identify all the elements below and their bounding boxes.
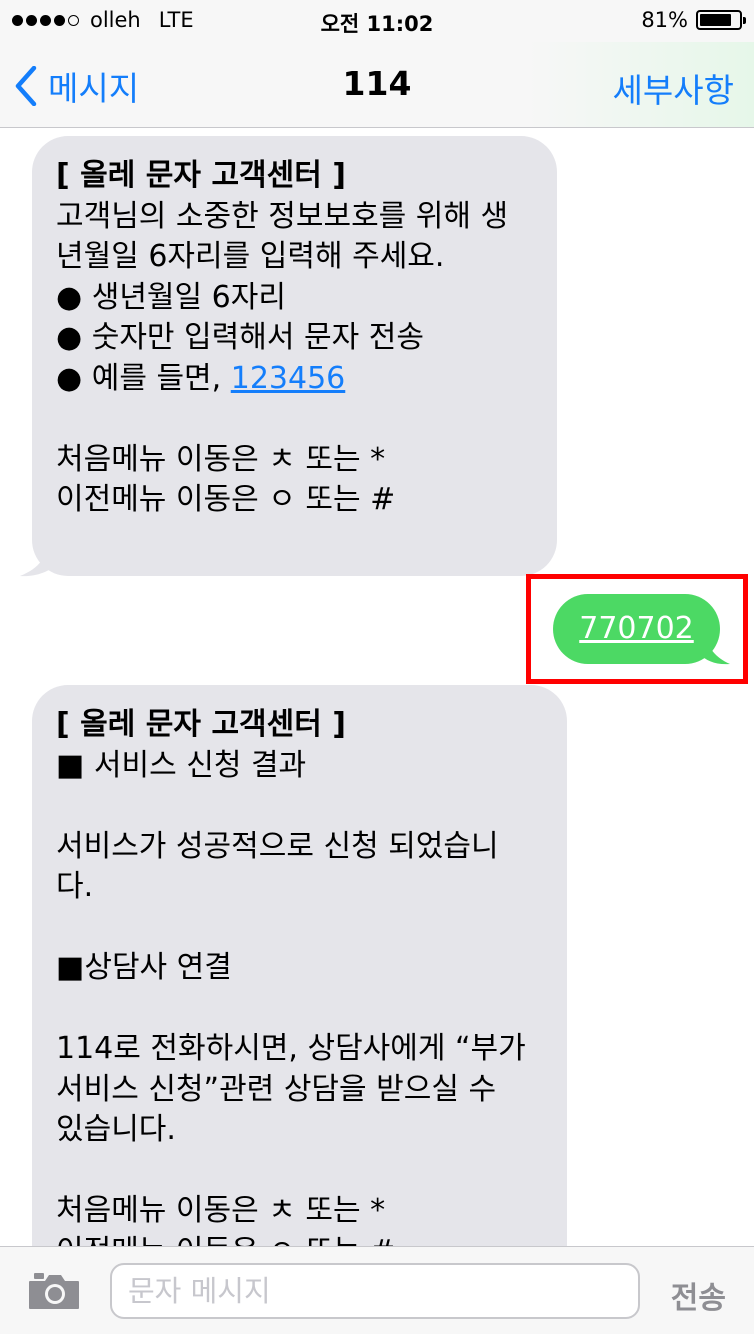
message-line: 이전메뉴 이동은 ㅇ 또는 # — [56, 482, 396, 517]
status-right: 81% — [641, 8, 746, 32]
camera-icon — [29, 1273, 79, 1309]
navigation-bar: 메시지 114 세부사항 — [0, 42, 754, 128]
battery-fill — [700, 14, 731, 26]
conversation-area[interactable]: [ 올레 문자 고객센터 ] 고객님의 소중한 정보보호를 위해 생 년월일 6… — [0, 128, 754, 1246]
message-line: 처음메뉴 이동은 ㅊ 또는 * — [56, 441, 386, 477]
send-button[interactable]: 전송 — [671, 1273, 726, 1317]
incoming-message-bubble[interactable]: [ 올레 문자 고객센터 ] ■ 서비스 신청 결과 서비스가 성공적으로 신청… — [32, 685, 567, 1246]
status-bar: olleh LTE 오전 11:02 81% — [0, 0, 754, 42]
message-line: ● 생년월일 6자리 — [56, 279, 286, 315]
battery-percent: 81% — [641, 8, 688, 32]
camera-button[interactable] — [28, 1271, 80, 1315]
message-line — [56, 989, 543, 1030]
message-line: 114로 전화하시면, 상담사에게 “부가 — [56, 1031, 526, 1066]
message-line: 이전메뉴 이동은 ㅇ 또는 # — [56, 1232, 543, 1247]
message-input-bar: 전송 — [0, 1246, 754, 1334]
message-line: ● 숫자만 입력해서 문자 전송 — [56, 320, 424, 355]
message-line — [56, 908, 543, 949]
incoming-message-bubble[interactable]: [ 올레 문자 고객센터 ] 고객님의 소중한 정보보호를 위해 생 년월일 6… — [32, 136, 557, 576]
message-line: ■ 서비스 신청 결과 — [56, 747, 307, 783]
message-line: 년월일 6자리를 입력해 주세요. — [56, 239, 445, 274]
message-line: [ 올레 문자 고객센터 ] — [56, 158, 346, 193]
battery-icon — [696, 10, 746, 30]
message-line: [ 올레 문자 고객센터 ] — [56, 707, 346, 742]
message-line: 처음메뉴 이동은 ㅊ 또는 * — [56, 1193, 386, 1228]
message-line: 서비스 신청”관련 상담을 받으실 수 — [56, 1071, 497, 1107]
battery-tip — [743, 17, 746, 24]
message-input[interactable] — [110, 1263, 640, 1319]
example-number-link[interactable]: 123456 — [231, 361, 346, 396]
message-line: 서비스가 성공적으로 신청 되었습니 — [56, 828, 499, 864]
message-line: 있습니다. — [56, 1112, 176, 1147]
message-line: ● 예를 들면, 123456 — [56, 359, 533, 400]
message-line: ■상담사 연결 — [56, 950, 232, 985]
message-line — [56, 786, 543, 827]
highlight-box — [526, 574, 748, 684]
message-line: 다. — [56, 869, 94, 904]
details-button[interactable]: 세부사항 — [613, 64, 734, 112]
message-line: 고객님의 소중한 정보보호를 위해 생 — [56, 198, 509, 234]
message-line-text: ● 예를 들면, — [56, 360, 231, 396]
message-line — [56, 1151, 543, 1192]
message-line — [56, 399, 533, 440]
